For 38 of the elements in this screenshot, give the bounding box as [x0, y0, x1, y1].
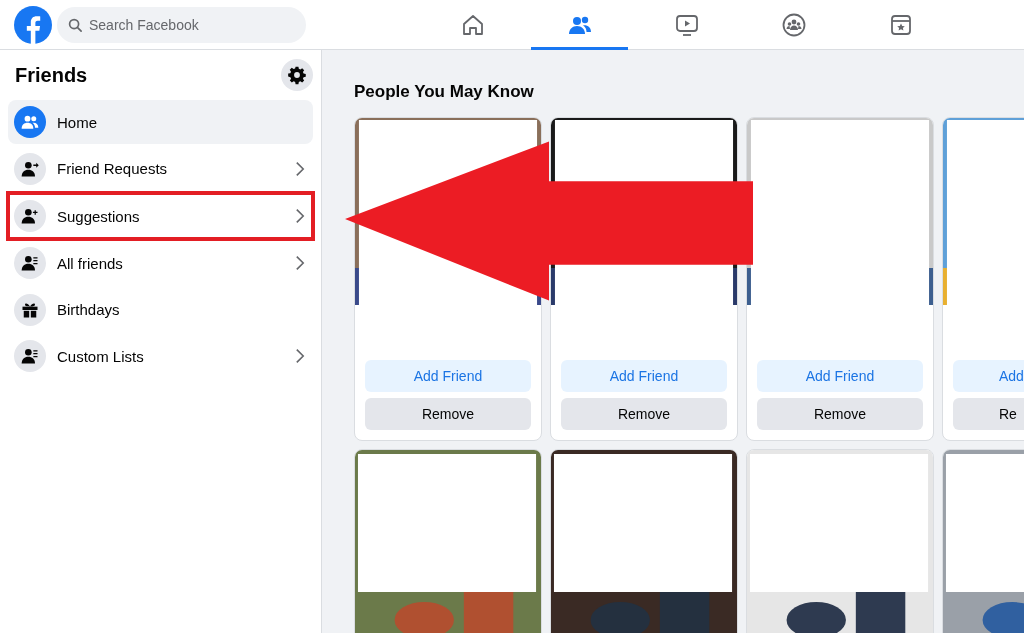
- sidebar-item[interactable]: Suggestions: [6, 191, 315, 241]
- sidebar-item[interactable]: Friend Requests: [8, 146, 313, 191]
- add-friend-button[interactable]: Add Friend: [365, 360, 531, 392]
- sidebar-item-label: All friends: [57, 254, 124, 272]
- chevron-icon: [295, 255, 305, 271]
- search-icon: [68, 17, 83, 33]
- add-friend-button[interactable]: Add: [953, 360, 1024, 392]
- remove-button[interactable]: Remove: [757, 398, 923, 430]
- person-list-icon: [20, 346, 40, 366]
- group-icon: [781, 12, 806, 37]
- sidebar-item[interactable]: Custom Lists: [8, 334, 313, 378]
- sidebar-title: Friends: [15, 63, 88, 87]
- logo-icon[interactable]: [14, 5, 52, 44]
- chevron-icon: [295, 160, 305, 177]
- store-icon: [888, 12, 913, 37]
- section-title: People You May Know: [354, 82, 535, 102]
- settings-icon: [287, 65, 307, 85]
- chevron-icon: [295, 348, 305, 364]
- remove-button[interactable]: Remove: [365, 398, 531, 430]
- remove-button[interactable]: Remove: [561, 398, 727, 430]
- add-friend-button[interactable]: Add Friend: [561, 360, 727, 392]
- search-field[interactable]: Search Facebook: [57, 6, 306, 43]
- sidebar-item-label: Suggestions: [57, 207, 141, 225]
- video-icon: [674, 12, 699, 37]
- sidebar-item[interactable]: Birthdays: [8, 287, 313, 332]
- add-friend-button[interactable]: Add Friend: [757, 360, 923, 392]
- settings-button[interactable]: [281, 59, 313, 91]
- sidebar-item-label: Custom Lists: [57, 347, 145, 365]
- chevron-icon: [295, 208, 305, 224]
- sidebar-item-label: Friend Requests: [57, 160, 169, 177]
- sidebar-item[interactable]: Home: [8, 100, 313, 144]
- person-list-icon: [20, 253, 40, 273]
- house-icon: [460, 12, 485, 37]
- sidebar-item[interactable]: All friends: [8, 241, 313, 285]
- sidebar-item-label: Home: [57, 113, 98, 131]
- remove-button[interactable]: Re: [953, 398, 1024, 430]
- sidebar-item-label: Birthdays: [57, 301, 121, 318]
- person-add-icon: [20, 206, 40, 226]
